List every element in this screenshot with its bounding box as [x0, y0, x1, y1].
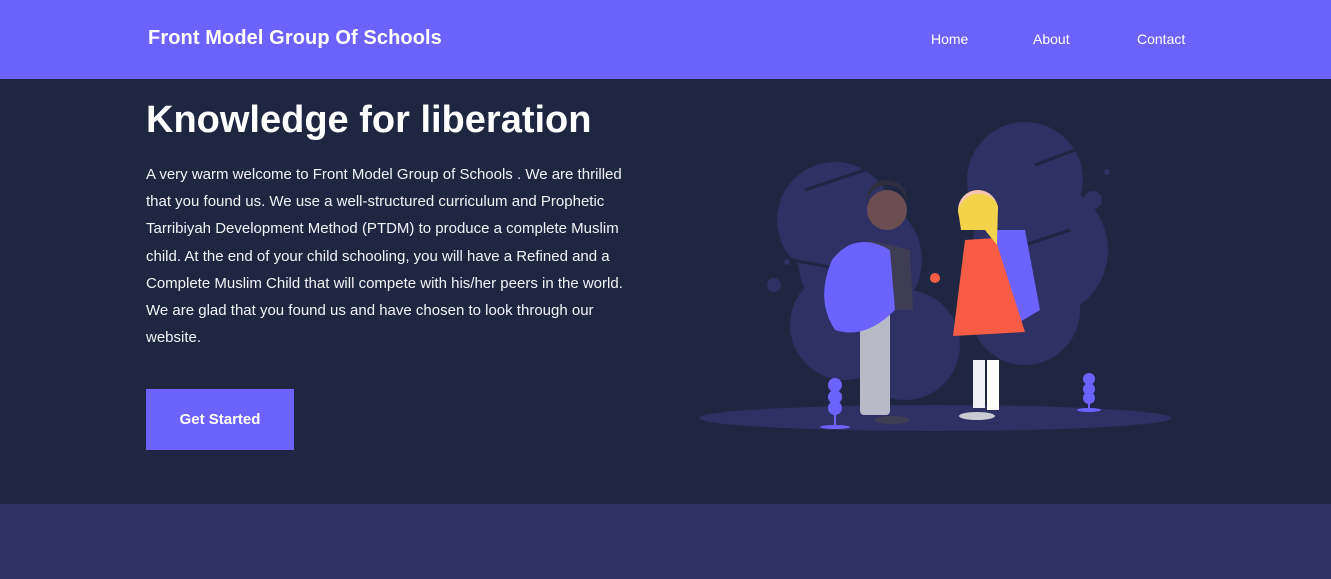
nav-link-contact[interactable]: Contact — [1137, 31, 1185, 47]
get-started-button[interactable]: Get Started — [146, 389, 294, 450]
nav-link-about[interactable]: About — [1033, 31, 1070, 47]
ground-shadow — [699, 405, 1171, 431]
brand-title[interactable]: Front Model Group Of Schools — [148, 27, 442, 50]
next-section-band — [0, 504, 1331, 579]
navbar: Front Model Group Of Schools Home About … — [0, 0, 1331, 79]
hero-description: A very warm welcome to Front Model Group… — [146, 166, 623, 347]
hero-title: Knowledge for liberation — [146, 99, 592, 141]
background-trees — [777, 122, 1108, 400]
nav-link-home[interactable]: Home — [931, 31, 968, 47]
students-illustration — [699, 122, 1171, 431]
plant-right — [1077, 373, 1101, 412]
